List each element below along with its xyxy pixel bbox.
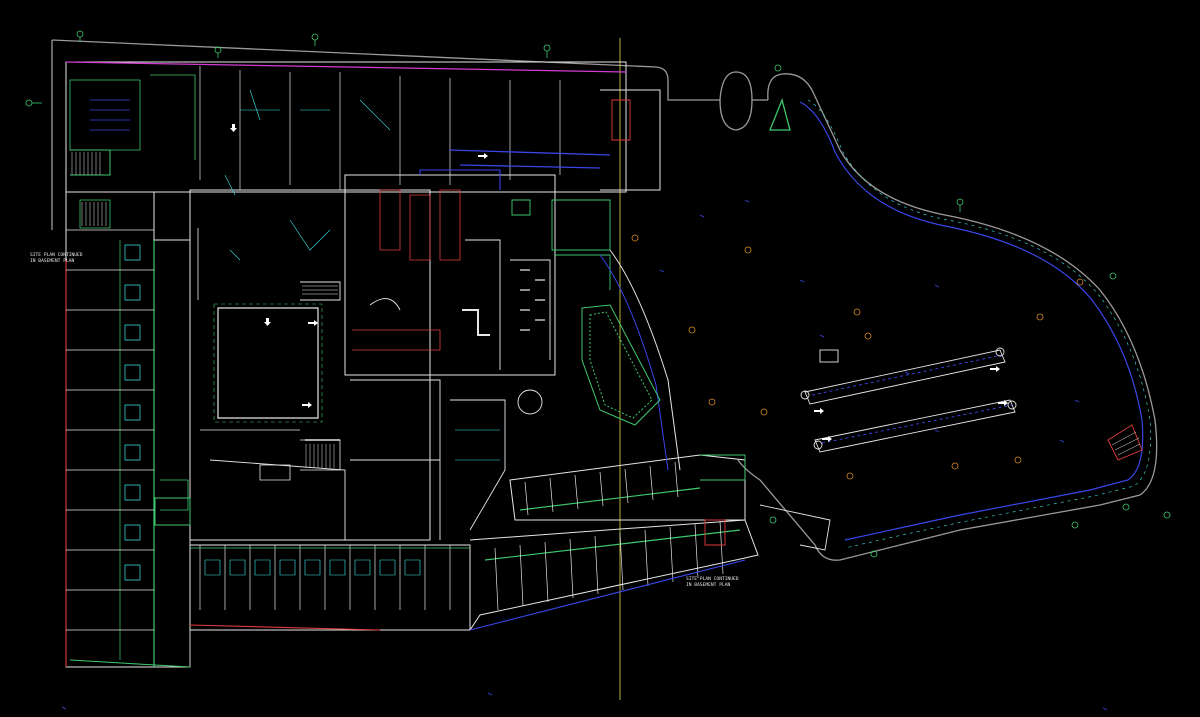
annotation-west-line-1: SITE PLAN CONTINUED xyxy=(30,252,83,258)
cad-floor-plan-canvas[interactable]: SITE PLAN CONTINUED IN BASEMENT PLAN SIT… xyxy=(0,0,1200,717)
annotation-south-line-1: SITE PLAN CONTINUED xyxy=(686,576,739,582)
annotation-south-line-2: IN BASEMENT PLAN xyxy=(686,582,730,588)
annotation-west-line-2: IN BASEMENT PLAN xyxy=(30,258,74,264)
